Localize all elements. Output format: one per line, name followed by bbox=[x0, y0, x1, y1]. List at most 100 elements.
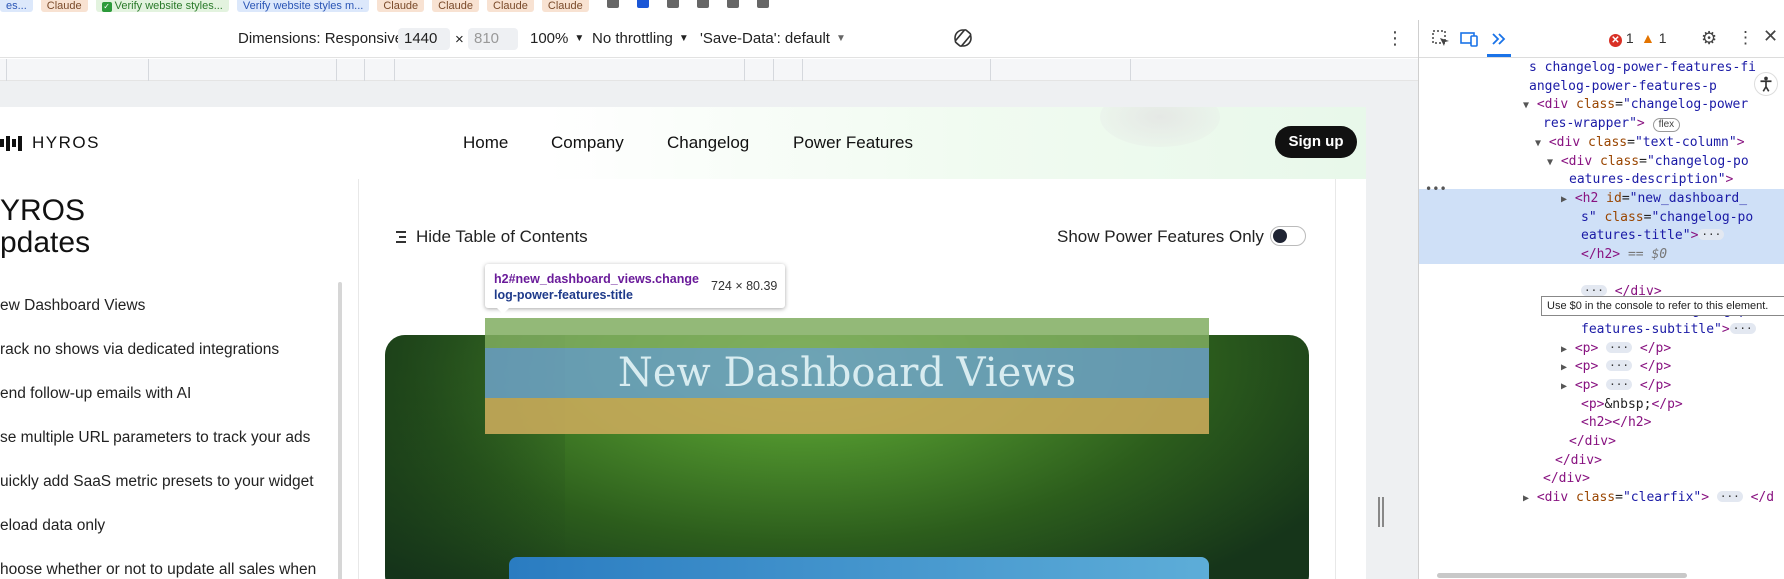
nav-power-features[interactable]: Power Features bbox=[793, 133, 913, 153]
dom-node-line[interactable]: eatures-title"> ··· bbox=[1419, 226, 1784, 246]
media-query-ruler[interactable] bbox=[0, 59, 1418, 81]
expand-triangle-icon[interactable]: ▼ bbox=[1547, 157, 1553, 168]
node-actions-icon[interactable]: ••• bbox=[1425, 182, 1447, 196]
sidebar-title-line: YROS bbox=[0, 194, 86, 227]
bookmarks-bar: es... Claude ✓ Verify website styles... Veri… bbox=[0, 0, 1784, 20]
bookmark-favicon[interactable] bbox=[726, 0, 739, 8]
toc-item[interactable]: ew Dashboard Views bbox=[0, 297, 145, 315]
toc-item[interactable]: se multiple URL parameters to track your… bbox=[0, 429, 310, 447]
dom-node-text: </div> bbox=[1569, 434, 1616, 449]
toc-item[interactable]: end follow-up emails with AI bbox=[0, 385, 191, 403]
width-input[interactable]: 1440 bbox=[398, 28, 450, 50]
bookmark-favicon[interactable] bbox=[666, 0, 679, 8]
accessibility-icon[interactable] bbox=[1754, 72, 1778, 96]
height-input[interactable]: 810 bbox=[468, 28, 518, 50]
bookmark-item[interactable]: es... bbox=[0, 0, 33, 12]
dom-node-line[interactable]: <h2></h2> bbox=[1419, 413, 1784, 432]
power-features-toggle[interactable] bbox=[1270, 226, 1306, 246]
close-devtools-icon[interactable]: ✕ bbox=[1763, 26, 1778, 47]
sign-up-button[interactable]: Sign up bbox=[1275, 126, 1357, 158]
expand-triangle-icon[interactable]: ▶ bbox=[1523, 493, 1529, 504]
dom-node-line[interactable]: ▶ <p> ··· </p> bbox=[1419, 339, 1784, 358]
save-data-dropdown[interactable]: 'Save-Data': default ▼ bbox=[700, 30, 846, 47]
collapse-list-icon bbox=[392, 231, 406, 243]
dom-node-line[interactable]: </div> bbox=[1419, 432, 1784, 451]
more-options-icon[interactable]: ⋮ bbox=[1386, 29, 1404, 47]
toc-item[interactable]: hoose whether or not to update all sales… bbox=[0, 561, 316, 579]
dom-node-line[interactable]: features-subtitle"> ··· bbox=[1419, 320, 1784, 339]
highlight-content: New Dashboard Views bbox=[485, 348, 1209, 398]
dom-node-line[interactable]: res-wrapper"> flex bbox=[1419, 114, 1784, 133]
dom-node-line[interactable]: ▼ <div class="text-column"> bbox=[1419, 133, 1784, 152]
dom-node-line[interactable]: </div> bbox=[1419, 469, 1784, 488]
bookmark-item[interactable]: Claude bbox=[377, 0, 425, 12]
dom-node-line[interactable]: angelog-power-features-p bbox=[1419, 77, 1784, 96]
error-count[interactable]: ✕ 1 bbox=[1609, 30, 1634, 47]
dom-node-text: ▶ <p> ··· </p> bbox=[1561, 340, 1672, 356]
expand-triangle-icon[interactable]: ▶ bbox=[1561, 194, 1567, 205]
warning-count[interactable]: ▲ 1 bbox=[1641, 30, 1667, 46]
viewport-resize-handle[interactable] bbox=[1377, 497, 1385, 527]
bookmark-label: Verify website styles... bbox=[114, 0, 223, 12]
dom-node-line[interactable]: ▶ <p> ··· </p> bbox=[1419, 376, 1784, 395]
bookmark-item[interactable]: Claude bbox=[487, 0, 534, 12]
bookmark-item[interactable]: Claude bbox=[541, 0, 589, 12]
expand-triangle-icon[interactable]: ▶ bbox=[1561, 344, 1567, 355]
bookmark-favicon[interactable] bbox=[606, 0, 619, 8]
dom-node-line[interactable]: </h2> == $0 bbox=[1419, 245, 1784, 264]
select-element-icon[interactable] bbox=[1431, 29, 1451, 49]
dom-node-text: features-subtitle"> ··· bbox=[1419, 322, 1756, 337]
dom-node-text: angelog-power-features-p bbox=[1529, 78, 1717, 94]
dom-node-line[interactable]: s" class="changelog-po bbox=[1419, 207, 1784, 227]
toc-item[interactable]: eload data only bbox=[0, 517, 105, 535]
dom-node-line[interactable]: ▼ <div class="changelog-po bbox=[1419, 152, 1784, 171]
dom-node-line[interactable]: ▶ <p> ··· </p> bbox=[1419, 357, 1784, 376]
dom-node-line[interactable]: eatures-description"> bbox=[1419, 170, 1784, 189]
dom-node-line[interactable]: ▶ <h2 id="new_dashboard_ bbox=[1419, 188, 1784, 208]
bookmark-item[interactable]: Claude bbox=[432, 0, 480, 12]
dom-node-line[interactable]: ▶ <div class="clearfix"> ··· </d bbox=[1419, 488, 1784, 507]
zoom-dropdown[interactable]: 100% ▼ bbox=[530, 30, 584, 47]
site-logo[interactable]: HYROS bbox=[0, 133, 100, 153]
toc-item[interactable]: uickly add SaaS metric presets to your w… bbox=[0, 473, 314, 491]
dom-node-text: ▶ <p> ··· </p> bbox=[1561, 377, 1672, 393]
hide-toc-button[interactable]: Hide Table of Contents bbox=[392, 227, 588, 247]
dom-node-text: <p>&nbsp;</p> bbox=[1581, 396, 1683, 412]
bookmark-label: Claude bbox=[438, 0, 474, 12]
devtools-horizontal-scrollbar[interactable] bbox=[1437, 573, 1687, 578]
bookmark-label: Claude bbox=[46, 0, 82, 12]
bookmark-label: Claude bbox=[493, 0, 528, 12]
bookmark-favicon[interactable] bbox=[696, 0, 709, 8]
nav-company[interactable]: Company bbox=[551, 133, 624, 153]
expand-triangle-icon[interactable]: ▶ bbox=[1561, 362, 1567, 373]
dom-node-text: s" class="changelog-po bbox=[1581, 209, 1754, 225]
settings-gear-icon[interactable]: ⚙ bbox=[1701, 28, 1717, 49]
bookmark-item[interactable]: Claude bbox=[40, 0, 88, 12]
bookmark-item[interactable]: Verify website styles m... bbox=[236, 0, 370, 12]
ruler-tick bbox=[6, 59, 7, 81]
expand-triangle-icon[interactable]: ▼ bbox=[1535, 138, 1541, 149]
bookmark-favicon[interactable] bbox=[636, 0, 649, 8]
toc-scrollbar[interactable] bbox=[338, 282, 342, 579]
rotate-icon[interactable] bbox=[952, 27, 974, 49]
dom-node-line[interactable]: <p>&nbsp;</p> bbox=[1419, 395, 1784, 414]
dom-node-line[interactable]: s changelog-power-features-fi bbox=[1419, 58, 1784, 77]
device-toggle-icon[interactable] bbox=[1459, 29, 1479, 49]
dom-node-text: eatures-description"> bbox=[1569, 172, 1734, 188]
bookmark-item[interactable]: ✓ Verify website styles... bbox=[95, 0, 229, 12]
dollar-zero-tooltip: Use $0 in the console to refer to this e… bbox=[1541, 296, 1784, 316]
dimensions-dropdown[interactable]: Dimensions: Responsive▼ bbox=[238, 30, 419, 47]
toc-item[interactable]: rack no shows via dedicated integrations bbox=[0, 341, 279, 359]
dom-node-line[interactable]: ▼ <div class="changelog-power bbox=[1419, 95, 1784, 114]
nav-changelog[interactable]: Changelog bbox=[667, 133, 749, 153]
throttling-dropdown[interactable]: No throttling ▼ bbox=[592, 30, 689, 47]
bookmark-favicon[interactable] bbox=[756, 0, 769, 8]
dom-node-line[interactable]: </div> bbox=[1419, 451, 1784, 470]
more-tabs-icon[interactable] bbox=[1489, 29, 1509, 49]
expand-triangle-icon[interactable]: ▼ bbox=[1523, 100, 1529, 111]
devtools-menu-icon[interactable]: ⋮ bbox=[1737, 28, 1754, 48]
nav-home[interactable]: Home bbox=[463, 133, 508, 153]
ruler-tick bbox=[148, 59, 149, 81]
dom-node-line[interactable] bbox=[1419, 264, 1784, 283]
expand-triangle-icon[interactable]: ▶ bbox=[1561, 381, 1567, 392]
